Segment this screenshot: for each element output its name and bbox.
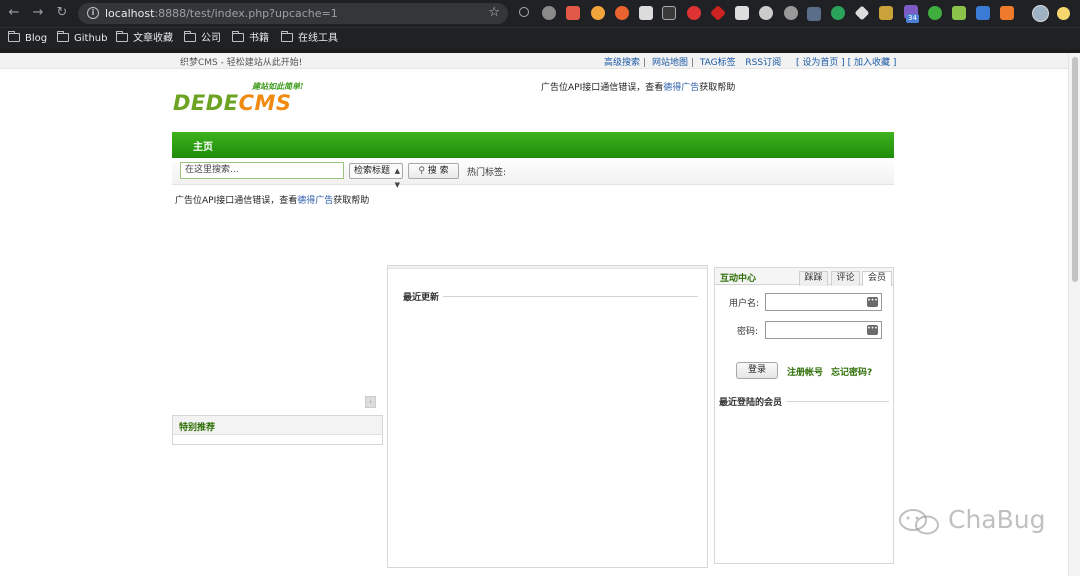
slogan: 织梦CMS - 轻松建站从此开始! bbox=[180, 58, 303, 68]
bookmark-company[interactable]: 公司 bbox=[184, 31, 221, 46]
forward-icon[interactable]: → bbox=[30, 5, 46, 21]
recent-members-title: 最近登陆的会员 bbox=[719, 395, 787, 408]
bookmark-blog[interactable]: Blog bbox=[8, 31, 47, 46]
tab-member[interactable]: 会员 bbox=[862, 271, 892, 286]
top-bar: 织梦CMS - 轻松建站从此开始! 高级搜索 | 网站地图 | TAG标签 RSS订… bbox=[0, 53, 1068, 69]
extension-icon[interactable] bbox=[542, 6, 556, 20]
scrollbar-thumb[interactable] bbox=[1072, 57, 1078, 282]
extension-icon[interactable] bbox=[952, 6, 966, 20]
top-links: 高级搜索 | 网站地图 | TAG标签 RSS订阅 [ 设为首页 ] [ 加入收藏 … bbox=[604, 58, 897, 68]
latest-updates-box: 最近更新 bbox=[387, 265, 708, 568]
bookmark-articles[interactable]: 文章收藏 bbox=[116, 31, 173, 46]
folder-icon bbox=[8, 31, 20, 42]
address-bar[interactable]: i localhost:8888/test/index.php?upcache=… bbox=[78, 3, 508, 24]
latest-updates-title: 最近更新 bbox=[403, 290, 444, 303]
wechat-icon bbox=[899, 509, 939, 535]
main-nav: 主页 bbox=[172, 132, 894, 158]
tab-caicai[interactable]: 踩踩 bbox=[799, 271, 828, 286]
add-favorite-link[interactable]: [ 加入收藏 ] bbox=[848, 58, 897, 68]
bookmark-tools[interactable]: 在线工具 bbox=[281, 31, 338, 46]
extension-icon[interactable] bbox=[639, 6, 653, 20]
extension-icon[interactable] bbox=[566, 6, 580, 20]
info-icon[interactable]: i bbox=[87, 7, 99, 19]
login-button[interactable]: 登录 bbox=[736, 362, 778, 379]
folder-icon bbox=[116, 31, 128, 42]
slider-arrow-icon[interactable]: ‹ bbox=[365, 396, 376, 408]
extension-icon[interactable] bbox=[1000, 6, 1014, 20]
extension-icon[interactable] bbox=[976, 6, 990, 20]
site-logo[interactable]: 建站如此简单! DEDECMS bbox=[173, 77, 333, 119]
extension-icon[interactable] bbox=[662, 6, 676, 20]
bookmark-github[interactable]: Github bbox=[57, 31, 107, 46]
rss-link[interactable]: RSS订阅 bbox=[745, 58, 781, 68]
back-icon[interactable]: ← bbox=[6, 5, 22, 21]
extension-icon[interactable] bbox=[759, 6, 773, 20]
profile-avatar[interactable] bbox=[1032, 5, 1049, 22]
extension-icon[interactable] bbox=[854, 5, 870, 21]
set-home-link[interactable]: [ 设为首页 ] bbox=[796, 58, 845, 68]
box-header: 特别推荐 bbox=[173, 416, 382, 435]
ad-banner-middle: 广告位API接口通信错误，查看德得广告获取帮助 bbox=[175, 196, 370, 206]
browser-toolbar: ← → ↻ i localhost:8888/test/index.php?up… bbox=[0, 0, 1080, 27]
logo-text: DEDECMS bbox=[173, 91, 292, 115]
password-field[interactable]: ••• bbox=[765, 321, 882, 339]
menu-icon[interactable] bbox=[1057, 7, 1070, 20]
extension-icon[interactable] bbox=[807, 7, 821, 21]
search-type-select[interactable]: 检索标题 ▲ ▼ bbox=[349, 163, 403, 189]
tab-comments[interactable]: 评论 bbox=[831, 271, 860, 286]
register-link[interactable]: 注册帐号 bbox=[787, 365, 823, 378]
extension-icon[interactable] bbox=[519, 7, 529, 17]
extension-icon[interactable] bbox=[831, 6, 845, 20]
ad-link[interactable]: 德得广告 bbox=[663, 83, 699, 93]
extension-icon[interactable] bbox=[879, 6, 893, 20]
folder-icon bbox=[57, 31, 69, 42]
special-recommend-box: 特别推荐 bbox=[172, 415, 383, 445]
bookmark-books[interactable]: 书籍 bbox=[232, 31, 269, 46]
search-button[interactable]: ⚲ 搜 索 bbox=[408, 163, 459, 179]
extension-icon[interactable] bbox=[687, 6, 701, 20]
search-bar: 在这里搜索... 检索标题 ▲ ▼ ⚲ 搜 索 热门标签: bbox=[172, 158, 894, 189]
folder-icon bbox=[184, 31, 196, 42]
watermark-text: ChaBug bbox=[948, 505, 1046, 534]
ad-link[interactable]: 德得广告 bbox=[297, 196, 333, 206]
special-recommend-title: 特别推荐 bbox=[179, 423, 216, 433]
password-label: 密码: bbox=[737, 327, 759, 337]
interact-center-box: 互动中心 踩踩 评论 会员 用户名: ••• 密码: ••• 登录 注册帐号 忘… bbox=[714, 267, 894, 564]
search-input[interactable]: 在这里搜索... bbox=[180, 162, 344, 179]
folder-icon bbox=[281, 31, 293, 42]
select-arrow-icon: ▲ ▼ bbox=[394, 167, 400, 189]
advanced-search-link[interactable]: 高级搜索 bbox=[604, 58, 640, 68]
keyboard-icon[interactable]: ••• bbox=[867, 297, 878, 307]
username-field[interactable]: ••• bbox=[765, 293, 882, 311]
extension-icon[interactable] bbox=[591, 6, 605, 20]
ad-banner-top: 广告位API接口通信错误，查看德得广告获取帮助 bbox=[541, 83, 736, 93]
hot-tags-label: 热门标签: bbox=[467, 168, 507, 178]
nav-home[interactable]: 主页 bbox=[193, 138, 213, 153]
tag-link[interactable]: TAG标签 bbox=[700, 58, 736, 68]
bookmarks-bar: Blog Github 文章收藏 公司 书籍 在线工具 bbox=[0, 27, 1080, 49]
extension-icon[interactable] bbox=[615, 6, 629, 20]
url-text: localhost:8888/test/index.php?upcache=1 bbox=[105, 7, 338, 20]
extension-icon[interactable] bbox=[710, 5, 726, 21]
extension-icon[interactable] bbox=[784, 6, 798, 20]
extension-icon[interactable] bbox=[735, 6, 749, 20]
forgot-password-link[interactable]: 忘记密码? bbox=[831, 365, 872, 378]
reload-icon[interactable]: ↻ bbox=[54, 5, 70, 21]
keyboard-icon[interactable]: ••• bbox=[867, 325, 878, 335]
divider bbox=[403, 296, 698, 297]
search-icon: ⚲ bbox=[418, 166, 425, 176]
web-page: 织梦CMS - 轻松建站从此开始! 高级搜索 | 网站地图 | TAG标签 RSS订… bbox=[0, 53, 1068, 576]
bookmark-star-icon[interactable]: ☆ bbox=[488, 5, 500, 20]
username-label: 用户名: bbox=[729, 299, 760, 309]
interact-center-title: 互动中心 bbox=[720, 274, 757, 284]
sitemap-link[interactable]: 网站地图 bbox=[652, 58, 688, 68]
extension-badge: 34 bbox=[906, 14, 919, 23]
folder-icon bbox=[232, 31, 244, 42]
extension-icon[interactable] bbox=[928, 6, 942, 20]
page-scrollbar[interactable] bbox=[1068, 53, 1080, 576]
